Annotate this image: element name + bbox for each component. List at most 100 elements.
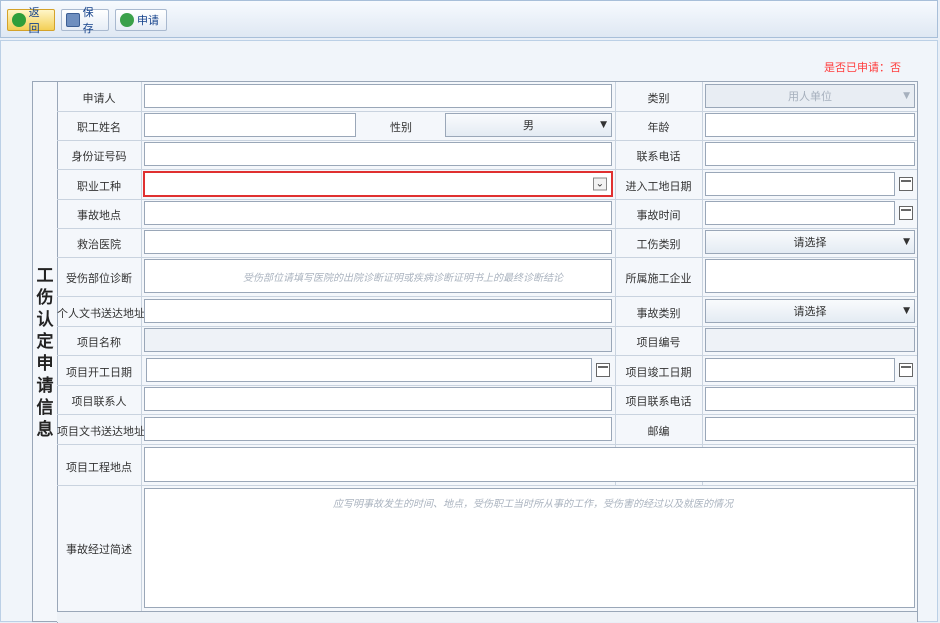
dropdown-arrow-icon: ▼ <box>903 306 910 316</box>
worker-name-input[interactable] <box>144 113 356 137</box>
row-divider <box>57 485 917 486</box>
applicant-input[interactable] <box>144 84 612 108</box>
age-input[interactable] <box>705 113 915 137</box>
category-value: 用人单位 <box>788 90 832 103</box>
dropdown-arrow-icon: ⌄ <box>592 177 607 191</box>
title-char: 工 <box>36 265 54 286</box>
column-divider <box>702 82 703 485</box>
row-divider <box>57 296 917 297</box>
title-char: 申 <box>36 353 54 374</box>
row-divider <box>57 111 917 112</box>
project-contact-input[interactable] <box>144 387 612 411</box>
phone-input[interactable] <box>705 142 915 166</box>
injury-diagnosis-input[interactable]: 受伤部位请填写医院的出院诊断证明或疾病诊断证明书上的最终诊断结论 <box>144 259 612 293</box>
id-number-label: 身份证号码 <box>71 150 127 163</box>
row-divider <box>57 414 917 415</box>
injury-diagnosis-label: 受伤部位诊断 <box>66 272 132 285</box>
calendar-icon[interactable] <box>899 363 913 377</box>
row-divider <box>57 257 917 258</box>
accident-description-placeholder: 应写明事故发生的时间、地点，受伤职工当时所从事的工作，受伤害的经过以及就医的情况 <box>333 499 733 510</box>
accident-place-label: 事故地点 <box>77 209 121 222</box>
injury-type-label: 工伤类别 <box>636 238 681 251</box>
form-vertical-title: 工 伤 认 定 申 请 信 息 <box>33 82 58 623</box>
gender-label: 性别 <box>390 121 412 134</box>
project-name-input[interactable] <box>144 328 612 352</box>
project-contact-label: 项目联系人 <box>71 395 127 408</box>
construction-company-label: 所属施工企业 <box>625 272 692 285</box>
phone-label: 联系电话 <box>636 150 681 163</box>
row-divider <box>57 140 917 141</box>
project-phone-input[interactable] <box>705 387 915 411</box>
project-site-label: 项目工程地点 <box>66 461 132 474</box>
row-divider <box>57 385 917 386</box>
column-divider <box>141 82 142 611</box>
accident-type-select[interactable]: 请选择 ▼ <box>705 299 915 323</box>
project-start-input[interactable] <box>146 358 592 382</box>
row-divider <box>57 228 917 229</box>
category-label: 类别 <box>647 92 670 105</box>
personal-address-input[interactable] <box>144 299 612 323</box>
project-phone-label: 项目联系电话 <box>625 395 692 408</box>
accident-description-label: 事故经过简述 <box>66 543 132 556</box>
accident-type-label: 事故类别 <box>636 307 681 320</box>
apply-button[interactable]: 申请 <box>115 9 167 31</box>
occupation-select[interactable]: ⌄ <box>143 171 613 197</box>
postcode-label: 邮编 <box>647 425 670 438</box>
dropdown-arrow-icon: ▼ <box>903 237 910 247</box>
save-button-label: 保存 <box>82 6 94 35</box>
title-char: 请 <box>36 375 54 396</box>
title-char: 认 <box>36 309 54 330</box>
injury-diagnosis-placeholder: 受伤部位请填写医院的出院诊断证明或疾病诊断证明书上的最终诊断结论 <box>243 273 563 284</box>
injury-form: 工 伤 认 定 申 请 信 息 申请人 类别 用人单位 ▼ 职工姓名 性别 男 … <box>32 81 918 623</box>
title-char: 定 <box>36 331 54 352</box>
back-button-label: 返回 <box>28 6 40 35</box>
project-site-input[interactable] <box>144 447 915 482</box>
row-divider <box>57 355 917 356</box>
accident-time-label: 事故时间 <box>636 209 681 222</box>
title-char: 息 <box>36 419 54 440</box>
accident-time-input[interactable] <box>705 201 895 225</box>
entry-date-label: 进入工地日期 <box>625 180 692 193</box>
hospital-input[interactable] <box>144 230 612 254</box>
accident-place-input[interactable] <box>144 201 612 225</box>
calendar-icon[interactable] <box>899 206 913 220</box>
entry-date-input[interactable] <box>705 172 895 196</box>
construction-company-input[interactable] <box>705 259 915 293</box>
postcode-input[interactable] <box>705 417 915 441</box>
check-circle-icon <box>120 13 134 27</box>
content-panel: 是否已申请：否 工 伤 认 定 申 请 信 息 申请人 类别 用人单位 ▼ 职工… <box>0 40 938 623</box>
row-divider <box>57 326 917 327</box>
calendar-icon[interactable] <box>596 363 610 377</box>
floppy-disk-icon <box>66 13 80 27</box>
back-button[interactable]: 返回 <box>7 6 55 35</box>
save-button[interactable]: 保存 <box>61 6 109 35</box>
injury-type-select[interactable]: 请选择 ▼ <box>705 230 915 254</box>
worker-name-label: 职工姓名 <box>77 121 121 134</box>
title-char: 伤 <box>36 287 54 308</box>
injury-type-value: 请选择 <box>793 236 827 249</box>
application-status: 是否已申请：否 <box>824 61 901 74</box>
accident-description-textarea[interactable]: 应写明事故发生的时间、地点，受伤职工当时所从事的工作，受伤害的经过以及就医的情况 <box>144 488 915 608</box>
title-char: 信 <box>36 397 54 418</box>
project-number-input[interactable] <box>705 328 915 352</box>
row-divider <box>57 169 917 170</box>
toolbar: 返回 保存 申请 <box>0 0 938 38</box>
apply-button-label: 申请 <box>137 14 159 27</box>
gender-select[interactable]: 男 ▼ <box>445 113 612 137</box>
project-end-input[interactable] <box>705 358 895 382</box>
personal-address-label: 个人文书送达地址 <box>57 307 145 320</box>
accident-type-value: 请选择 <box>793 305 827 318</box>
dropdown-arrow-icon: ▼ <box>903 91 910 101</box>
row-divider <box>57 444 917 445</box>
gender-value: 男 <box>523 119 534 132</box>
hospital-label: 救治医院 <box>77 238 121 251</box>
id-number-input[interactable] <box>144 142 612 166</box>
category-select[interactable]: 用人单位 ▼ <box>705 84 915 108</box>
applicant-label: 申请人 <box>82 92 116 105</box>
project-address-input[interactable] <box>144 417 612 441</box>
project-start-label: 项目开工日期 <box>66 366 132 379</box>
back-arrow-icon <box>12 13 26 27</box>
project-name-label: 项目名称 <box>77 336 121 349</box>
calendar-icon[interactable] <box>899 177 913 191</box>
horizontal-scrollbar[interactable] <box>57 611 917 622</box>
